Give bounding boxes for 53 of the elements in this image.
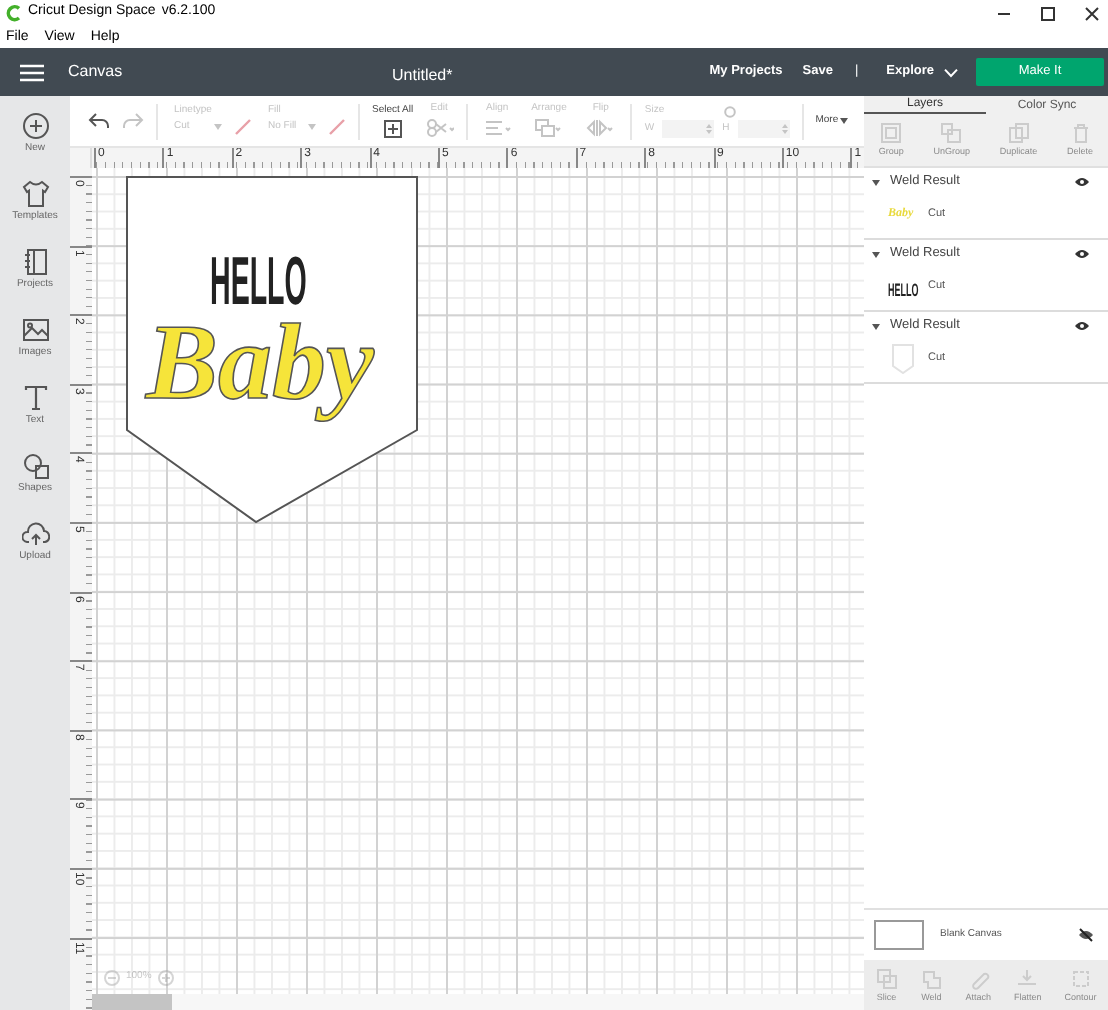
ungroup-icon — [940, 122, 963, 145]
eye-icon[interactable] — [1074, 248, 1090, 260]
duplicate-icon — [1007, 122, 1030, 145]
chevron-down-icon — [944, 67, 958, 77]
menu-icon[interactable] — [20, 63, 44, 81]
caret-down-icon[interactable] — [872, 179, 880, 185]
text-tool-icon — [21, 384, 49, 412]
close-icon[interactable] — [1084, 5, 1100, 21]
add-circle-icon — [21, 112, 49, 140]
scrollbar-thumb[interactable] — [92, 994, 172, 1010]
app-logo-icon — [6, 4, 22, 22]
document-title: Untitled* — [392, 64, 453, 88]
cloud-upload-icon — [21, 520, 49, 548]
align-icon — [483, 118, 512, 138]
spinner-icon — [706, 121, 713, 135]
shapes-icon — [21, 452, 49, 480]
caret-down-icon[interactable] — [872, 251, 880, 257]
caret-icon — [214, 124, 222, 130]
group-icon — [880, 122, 903, 145]
hidden-eye-icon[interactable] — [1078, 928, 1094, 942]
caret-down-icon[interactable] — [872, 323, 880, 329]
caret-icon — [840, 118, 849, 124]
plus-square-icon — [383, 119, 402, 137]
section-title: Canvas — [68, 60, 123, 84]
image-icon — [21, 316, 49, 344]
caret-icon — [308, 124, 316, 130]
arrange-icon — [534, 118, 563, 138]
horizontal-scrollbar[interactable] — [92, 994, 864, 1010]
spinner-icon — [781, 121, 788, 135]
eye-icon[interactable] — [1074, 320, 1090, 332]
size-input-field[interactable] — [662, 119, 715, 137]
weld-icon — [920, 967, 943, 990]
color-swatch-icon[interactable] — [328, 118, 346, 136]
edit-tools-icon — [425, 118, 454, 138]
canvas-swatch[interactable] — [874, 920, 924, 950]
flip-icon — [586, 118, 615, 138]
rotate-icon — [724, 105, 737, 117]
hello-text[interactable]: HELLO — [210, 248, 307, 316]
banner-thumbnail-icon — [892, 344, 914, 374]
shirt-icon — [21, 180, 49, 208]
trash-icon — [1069, 122, 1092, 145]
size-input-field[interactable] — [737, 119, 790, 137]
color-swatch-icon[interactable] — [234, 118, 252, 136]
slice-icon — [875, 967, 898, 990]
flatten-icon — [1016, 967, 1039, 990]
contour-icon — [1069, 967, 1092, 990]
undo-icon[interactable] — [88, 112, 110, 130]
eye-icon[interactable] — [1074, 176, 1090, 188]
banner-shape[interactable] — [126, 176, 418, 524]
layer-thumbnail-text: HELLO — [888, 281, 919, 299]
maximize-icon[interactable] — [1040, 5, 1056, 21]
paperclip-icon — [967, 967, 990, 990]
notebook-icon — [21, 248, 49, 276]
